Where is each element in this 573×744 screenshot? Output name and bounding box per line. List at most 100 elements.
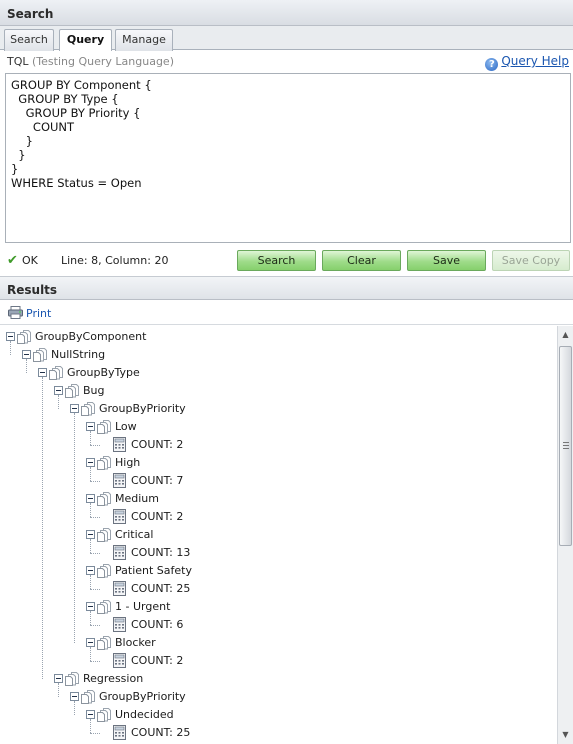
tql-label-main: TQL [7, 55, 29, 68]
calculator-icon [113, 509, 126, 524]
group-node-icon [97, 419, 112, 434]
tree-node[interactable]: Undecided [86, 706, 386, 724]
tree-node-label: Low [115, 420, 137, 433]
collapse-toggle-icon[interactable] [86, 422, 95, 431]
scroll-up-arrow-icon[interactable]: ▲ [558, 328, 573, 342]
collapse-toggle-icon[interactable] [54, 674, 63, 683]
group-node-icon [65, 671, 80, 686]
tree-node-label: GroupByType [67, 366, 140, 379]
tree-node-label: Regression [83, 672, 144, 685]
search-button[interactable]: Search [237, 250, 316, 271]
tree-count-leaf[interactable]: COUNT: 7 [102, 472, 402, 490]
collapse-toggle-icon[interactable] [86, 638, 95, 647]
collapse-toggle-icon[interactable] [70, 692, 79, 701]
collapse-toggle-icon[interactable] [22, 350, 31, 359]
query-help-link[interactable]: ? Query Help [485, 54, 569, 71]
results-tree: GroupByComponent NullString GroupByType Bug… [0, 326, 557, 744]
tree-node[interactable]: GroupByComponent [6, 328, 306, 346]
group-node-icon [97, 563, 112, 578]
search-panel-title: Search [7, 7, 54, 21]
tree-node-label: Medium [115, 492, 159, 505]
tab-query[interactable]: Query [59, 29, 112, 51]
group-node-icon [97, 635, 112, 650]
save-button[interactable]: Save [407, 250, 486, 271]
status-bar: ✔ OK Line: 8, Column: 20 Search Clear Sa… [0, 247, 573, 274]
group-node-icon [49, 365, 64, 380]
group-node-icon [33, 347, 48, 362]
tree-node[interactable]: High [86, 454, 386, 472]
tree-node-label: COUNT: 2 [131, 438, 184, 451]
calculator-icon [113, 473, 126, 488]
results-scrollbar[interactable]: ▲ ▼ [557, 326, 573, 744]
tree-node[interactable]: NullString [22, 346, 322, 364]
group-node-icon [65, 383, 80, 398]
collapse-toggle-icon[interactable] [70, 404, 79, 413]
query-editor[interactable]: GROUP BY Component { GROUP BY Type { GRO… [5, 73, 571, 243]
collapse-toggle-icon[interactable] [38, 368, 47, 377]
tree-node[interactable]: Patient Safety [86, 562, 386, 580]
tree-node-label: Blocker [115, 636, 156, 649]
save-copy-button[interactable]: Save Copy [492, 250, 570, 271]
cursor-position: Line: 8, Column: 20 [61, 254, 169, 267]
tree-node-label: COUNT: 25 [131, 726, 191, 739]
tree-node[interactable]: Medium [86, 490, 386, 508]
tree-node-label: NullString [51, 348, 106, 361]
tree-node-label: Bug [83, 384, 105, 397]
query-tabs: Search Query Manage [0, 26, 573, 51]
group-node-icon [17, 329, 32, 344]
tree-guide-line [90, 481, 100, 482]
ok-check-icon: ✔ [7, 253, 18, 268]
tree-node-label: Undecided [115, 708, 174, 721]
tree-guide-line [42, 377, 43, 679]
tree-node[interactable]: Bug [54, 382, 354, 400]
tree-node-label: COUNT: 13 [131, 546, 191, 559]
collapse-toggle-icon[interactable] [86, 602, 95, 611]
tree-node[interactable]: GroupByPriority [70, 688, 370, 706]
help-icon: ? [485, 58, 499, 71]
tree-count-leaf[interactable]: COUNT: 6 [102, 616, 402, 634]
collapse-toggle-icon[interactable] [54, 386, 63, 395]
printer-icon[interactable] [8, 306, 23, 319]
tree-count-leaf[interactable]: COUNT: 2 [102, 508, 402, 526]
clear-button[interactable]: Clear [322, 250, 401, 271]
calculator-icon [113, 653, 126, 668]
tree-node-label: Patient Safety [115, 564, 192, 577]
collapse-toggle-icon[interactable] [86, 494, 95, 503]
collapse-toggle-icon[interactable] [86, 710, 95, 719]
results-panel-header: Results [0, 276, 573, 300]
tree-node[interactable]: Critical [86, 526, 386, 544]
tab-search[interactable]: Search [4, 29, 54, 51]
group-node-icon [97, 455, 112, 470]
tree-guide-line [90, 553, 100, 554]
tree-node[interactable]: 1 - Urgent [86, 598, 386, 616]
grip-icon [563, 442, 569, 449]
results-toolbar: Print [0, 301, 573, 325]
tree-count-leaf[interactable]: COUNT: 13 [102, 544, 402, 562]
group-node-icon [81, 401, 96, 416]
calculator-icon [113, 545, 126, 560]
group-node-icon [97, 599, 112, 614]
collapse-toggle-icon[interactable] [86, 458, 95, 467]
tree-node[interactable]: GroupByPriority [70, 400, 370, 418]
scroll-down-arrow-icon[interactable]: ▼ [558, 728, 573, 742]
tree-node-label: GroupByPriority [99, 402, 186, 415]
tree-node-label: COUNT: 2 [131, 654, 184, 667]
tree-guide-line [90, 625, 100, 626]
tab-manage[interactable]: Manage [115, 29, 173, 51]
tree-node[interactable]: Regression [54, 670, 354, 688]
tree-count-leaf[interactable]: COUNT: 25 [102, 724, 402, 742]
print-link[interactable]: Print [26, 307, 51, 320]
collapse-toggle-icon[interactable] [86, 530, 95, 539]
scrollbar-thumb[interactable] [559, 346, 572, 546]
tree-node[interactable]: GroupByType [38, 364, 338, 382]
tree-count-leaf[interactable]: COUNT: 2 [102, 436, 402, 454]
tree-node-label: COUNT: 7 [131, 474, 184, 487]
tree-count-leaf[interactable]: COUNT: 25 [102, 580, 402, 598]
tree-guide-line [90, 445, 100, 446]
tree-node[interactable]: Blocker [86, 634, 386, 652]
tree-guide-line [74, 413, 75, 643]
tree-count-leaf[interactable]: COUNT: 2 [102, 652, 402, 670]
collapse-toggle-icon[interactable] [86, 566, 95, 575]
collapse-toggle-icon[interactable] [6, 332, 15, 341]
tree-node[interactable]: Low [86, 418, 386, 436]
